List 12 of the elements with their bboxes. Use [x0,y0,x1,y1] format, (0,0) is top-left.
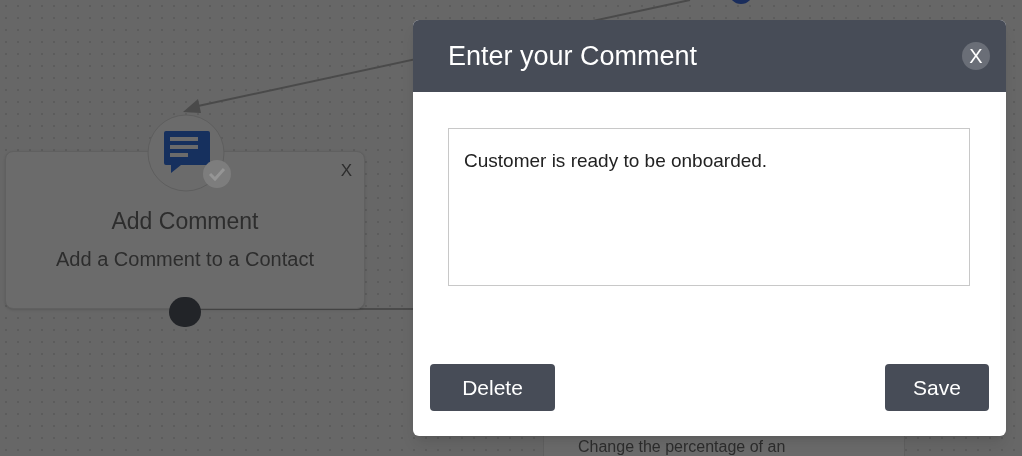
delete-button[interactable]: Delete [430,364,555,411]
node-description: Add a Comment to a Contact [55,247,315,272]
close-button[interactable]: X [340,158,352,184]
node-title: Add Comment [110,207,260,236]
node-card[interactable]: X Add Comment Add a Comment to a Contact [5,151,365,309]
comment-field[interactable]: Customer is ready to be onboarded. [448,128,970,286]
comment-icon [147,114,227,194]
dialog-title: Enter your Comment [448,39,698,73]
close-button[interactable]: X [962,42,990,70]
save-button[interactable]: Save [885,364,989,411]
node-handle[interactable] [169,297,201,327]
node-description: Change the percentage of an [578,438,786,456]
